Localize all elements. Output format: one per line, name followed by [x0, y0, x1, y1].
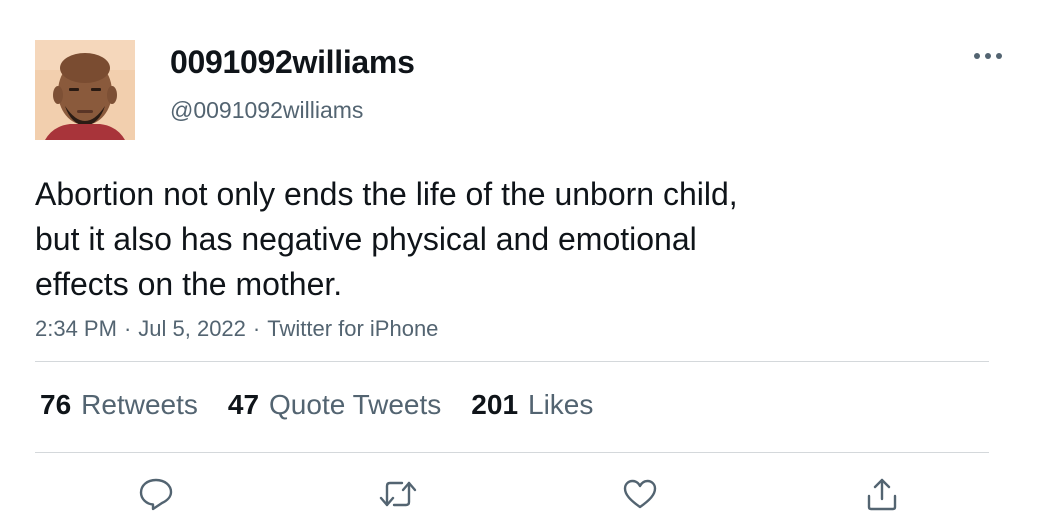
- retweet-icon: [379, 481, 417, 507]
- tweet-source[interactable]: Twitter for iPhone: [267, 316, 438, 341]
- heart-icon: [623, 479, 657, 509]
- quote-tweets-count: 47: [227, 389, 260, 420]
- author-handle[interactable]: @0091092williams: [170, 97, 363, 124]
- retweets-label: Retweets: [81, 389, 198, 420]
- tweet-time[interactable]: 2:34 PM: [35, 316, 117, 341]
- like-button[interactable]: [618, 472, 662, 516]
- avatar-image: [35, 40, 135, 140]
- retweet-button[interactable]: [376, 472, 420, 516]
- meta-separator: ·: [252, 316, 261, 341]
- reply-button[interactable]: [134, 472, 178, 516]
- share-icon: [867, 478, 897, 511]
- retweets-stat[interactable]: 76 Retweets: [40, 389, 198, 421]
- author-display-name[interactable]: 0091092williams: [170, 44, 415, 81]
- retweets-count: 76: [40, 389, 72, 420]
- tweet-date[interactable]: Jul 5, 2022: [138, 316, 246, 341]
- more-options-button[interactable]: [968, 44, 1008, 68]
- tweet-metadata: 2:34 PM · Jul 5, 2022 · Twitter for iPhone: [35, 316, 438, 342]
- meta-separator: ·: [123, 316, 132, 341]
- avatar[interactable]: [35, 40, 135, 140]
- likes-stat[interactable]: 201 Likes: [471, 389, 593, 421]
- share-button[interactable]: [860, 472, 904, 516]
- quote-tweets-stat[interactable]: 47 Quote Tweets: [228, 389, 441, 421]
- action-bar: [0, 472, 1050, 516]
- tweet-text-line: effects on the mother.: [35, 266, 343, 302]
- divider: [35, 361, 989, 362]
- more-horizontal-icon: [974, 53, 1002, 59]
- engagement-stats: 76 Retweets 47 Quote Tweets 201 Likes: [40, 387, 623, 423]
- likes-label: Likes: [528, 389, 594, 420]
- divider: [35, 452, 989, 453]
- tweet-text: Abortion not only ends the life of the u…: [35, 172, 935, 307]
- tweet-text-line: but it also has negative physical and em…: [35, 221, 697, 257]
- likes-count: 201: [471, 389, 519, 420]
- reply-icon: [139, 478, 173, 511]
- quote-tweets-label: Quote Tweets: [269, 389, 442, 420]
- tweet-text-line: Abortion not only ends the life of the u…: [35, 176, 738, 212]
